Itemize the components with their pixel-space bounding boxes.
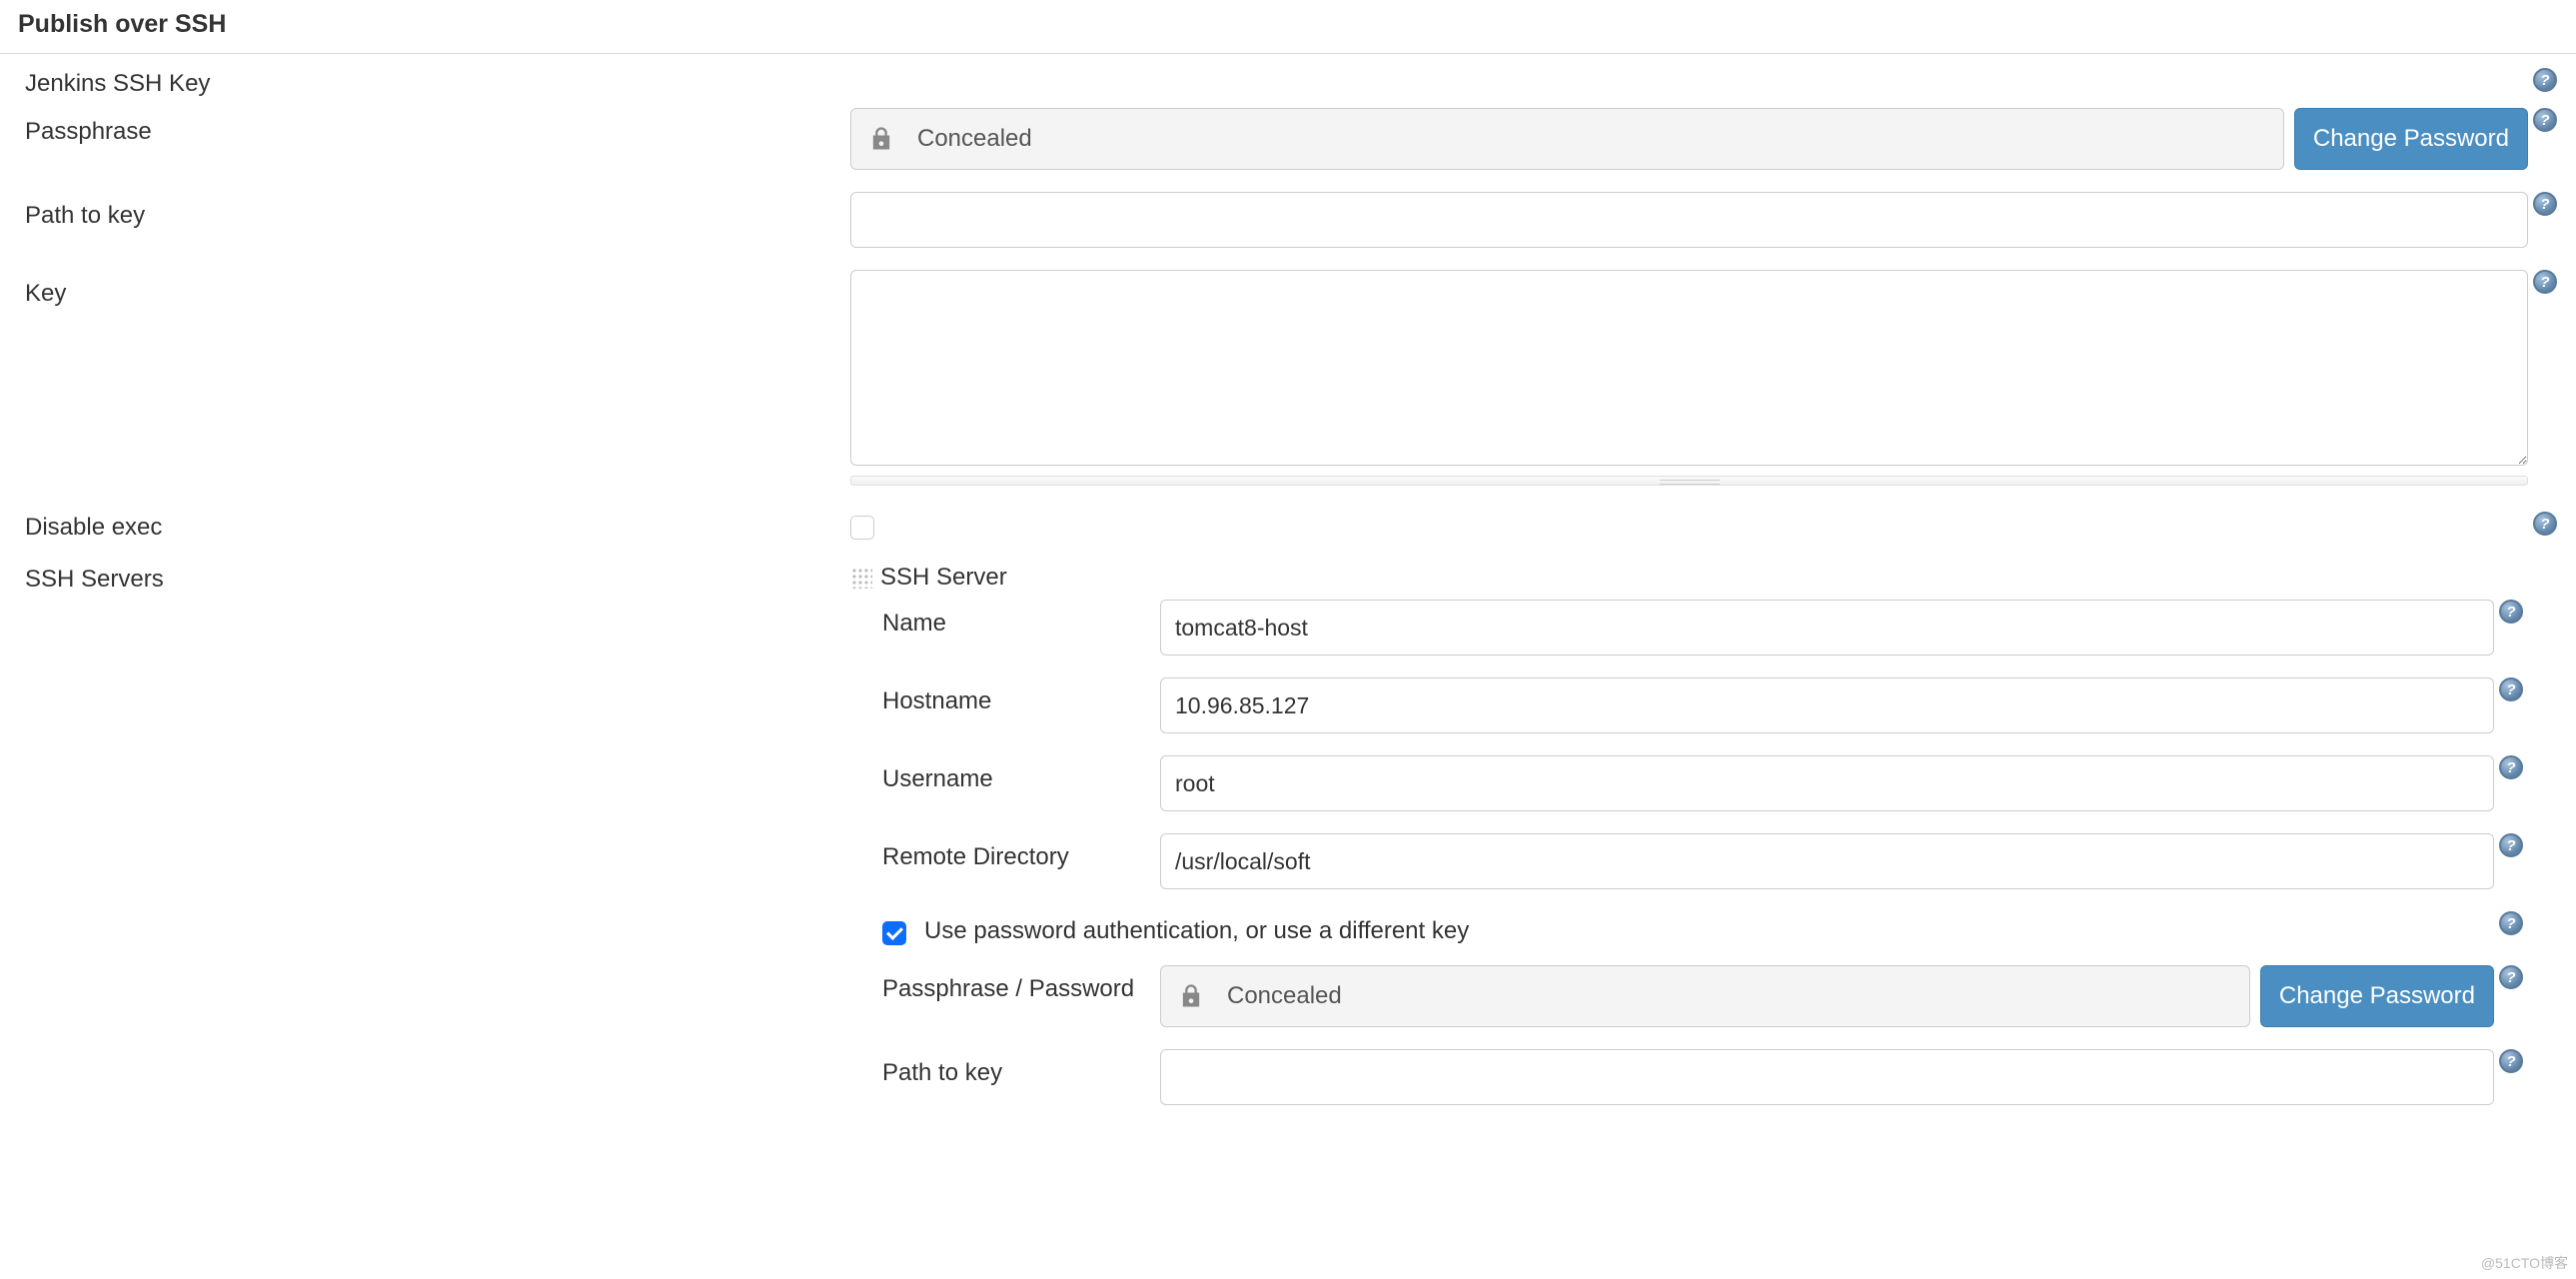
help-icon[interactable] [2499, 677, 2523, 701]
help-icon[interactable] [2533, 512, 2557, 536]
use-password-checkbox[interactable] [882, 921, 906, 945]
change-password-button[interactable]: Change Password [2294, 108, 2528, 170]
help-icon[interactable] [2499, 755, 2523, 779]
server-path-to-key-input[interactable] [1160, 1049, 2494, 1105]
path-to-key-input[interactable] [850, 192, 2528, 248]
watermark: @51CTO博客 [2481, 1253, 2568, 1273]
passphrase-value: Concealed [917, 125, 1032, 153]
help-icon[interactable] [2533, 192, 2557, 216]
label-ssh-servers: SSH Servers [25, 564, 850, 594]
key-textarea[interactable] [850, 270, 2528, 466]
label-path-to-key: Path to key [25, 192, 850, 230]
disable-exec-checkbox[interactable] [850, 516, 874, 540]
label-server-passphrase: Passphrase / Password [860, 965, 1160, 1003]
label-key: Key [25, 270, 850, 308]
help-icon[interactable] [2499, 1049, 2523, 1073]
server-change-password-button[interactable]: Change Password [2260, 965, 2494, 1027]
lock-icon [867, 124, 917, 154]
help-icon[interactable] [2533, 108, 2557, 132]
server-name-input[interactable] [1160, 600, 2494, 655]
help-icon[interactable] [2533, 68, 2557, 92]
ssh-server-header: SSH Server [880, 564, 1007, 592]
subgroup-jenkins-ssh-key: Jenkins SSH Key [25, 68, 850, 98]
use-password-label: Use password authentication, or use a di… [924, 917, 1469, 945]
help-icon[interactable] [2533, 270, 2557, 294]
help-icon[interactable] [2499, 833, 2523, 857]
help-icon[interactable] [2499, 965, 2523, 989]
label-server-name: Name [860, 600, 1160, 638]
section-title: Publish over SSH [0, 0, 2576, 54]
passphrase-concealed: Concealed [850, 108, 2284, 170]
label-disable-exec: Disable exec [25, 512, 850, 542]
label-server-path-to-key: Path to key [860, 1049, 1160, 1087]
server-remote-dir-input[interactable] [1160, 833, 2494, 889]
label-server-username: Username [860, 755, 1160, 793]
lock-icon [1177, 981, 1227, 1011]
drag-handle-icon[interactable] [850, 567, 872, 589]
label-server-hostname: Hostname [860, 677, 1160, 715]
help-icon[interactable] [2499, 911, 2523, 935]
server-hostname-input[interactable] [1160, 677, 2494, 733]
textarea-resize-handle[interactable] [850, 476, 2528, 486]
server-passphrase-value: Concealed [1227, 982, 1342, 1010]
server-username-input[interactable] [1160, 755, 2494, 811]
help-icon[interactable] [2499, 600, 2523, 624]
server-passphrase-concealed: Concealed [1160, 965, 2250, 1027]
label-passphrase: Passphrase [25, 108, 850, 146]
label-server-remote-dir: Remote Directory [860, 833, 1160, 871]
